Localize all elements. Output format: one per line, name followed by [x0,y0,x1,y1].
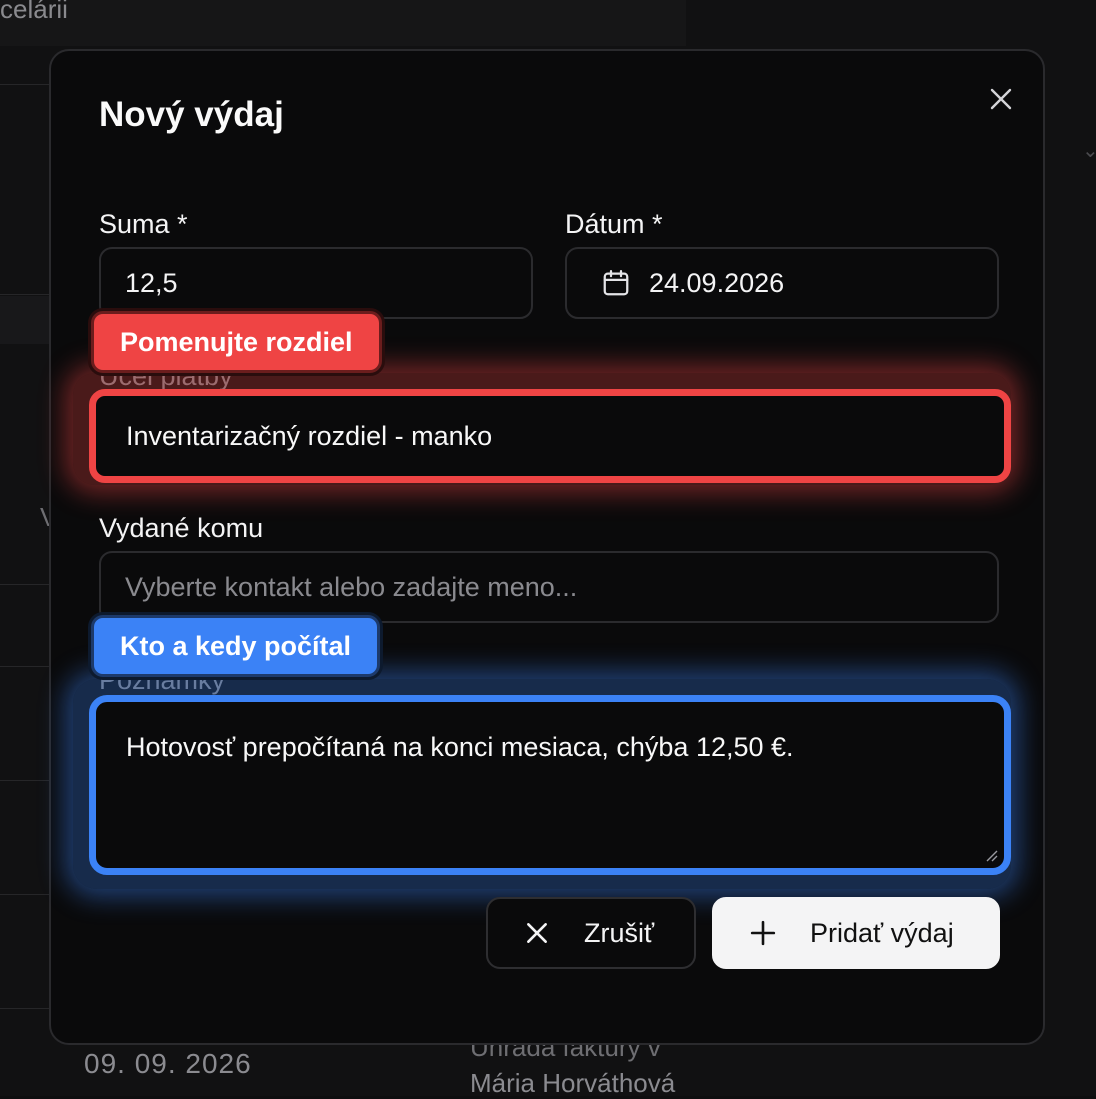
background-divider [0,666,50,667]
background-row-date: 09. 09. 2026 [84,1048,252,1079]
amount-value: 12,5 [125,267,178,298]
background-divider [0,1008,50,1009]
calendar-icon [603,270,629,296]
date-picker-button[interactable]: 24.09.2026 [565,247,999,319]
cancel-label: Zrušiť [584,917,655,948]
issued-to-placeholder: Vyberte kontakt alebo zadajte meno... [125,571,578,602]
annotation-tag-red: Pomenujte rozdiel [91,311,382,373]
new-expense-dialog: Nový výdaj Suma * 12,5 Dátum * 24.09.202… [49,49,1045,1045]
background-divider [0,84,50,85]
cancel-button[interactable]: Zrušiť [486,897,696,969]
background-row [0,296,50,344]
amount-input[interactable]: 12,5 [99,247,533,319]
purpose-input[interactable]: Inventarizačný rozdiel - manko [89,389,1011,483]
date-label: Dátum * [565,209,663,239]
issued-to-label: Vydané komu [99,513,264,543]
purpose-value: Inventarizačný rozdiel - manko [126,420,493,451]
background-header [0,0,686,46]
close-dialog-button[interactable] [983,81,1019,117]
plus-icon [750,920,776,946]
add-expense-button[interactable]: Pridať výdaj [712,897,1000,969]
notes-textarea[interactable]: Hotovosť prepočítaná na konci mesiaca, c… [89,695,1011,875]
close-icon [527,923,547,943]
close-icon [990,88,1012,110]
background-divider [0,780,50,781]
amount-label: Suma * [99,209,188,239]
issued-to-input[interactable]: Vyberte kontakt alebo zadajte meno... [99,551,999,623]
background-divider [0,584,50,585]
dialog-title: Nový výdaj [99,95,284,134]
resize-handle-icon[interactable] [984,848,998,862]
add-expense-label: Pridať výdaj [810,917,954,948]
chevron-down-icon: ⌄ [1082,140,1096,162]
background-divider [0,294,50,295]
background-title: celárii [0,0,68,24]
background-divider [0,894,50,895]
annotation-tag-blue: Kto a kedy počítal [91,615,381,677]
date-value: 24.09.2026 [649,267,785,298]
notes-value: Hotovosť prepočítaná na konci mesiaca, c… [126,732,794,762]
background-row-name: Mária Horváthová [470,1068,676,1098]
